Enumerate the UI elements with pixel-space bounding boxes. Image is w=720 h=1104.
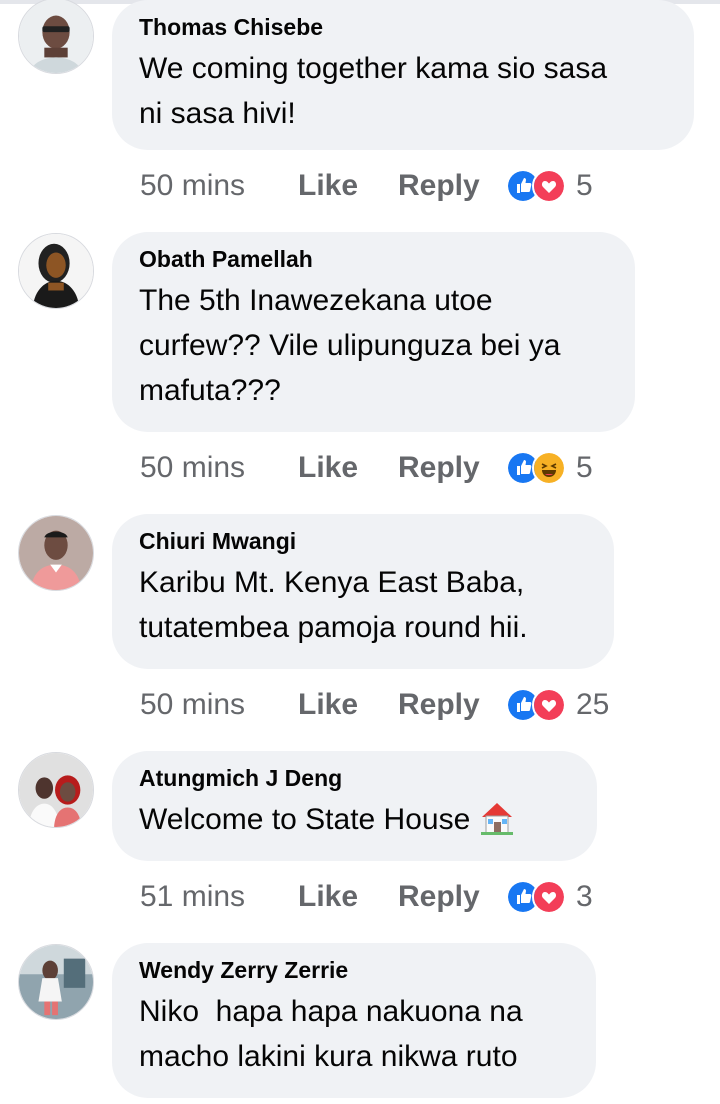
comment-line: curfew?? Vile ulipunguza bei ya	[139, 329, 561, 362]
comment-line: mafuta???	[139, 374, 281, 407]
comment-line: Welcome to State House	[139, 797, 569, 842]
comment-bubble: Thomas Chisebe We coming together kama s…	[112, 0, 694, 150]
comment-time[interactable]: 51 mins	[140, 880, 298, 914]
comment-meta: 50 mins Like Reply 5	[140, 448, 593, 488]
comment-bubble: Obath Pamellah The 5th Inawezekana utoe …	[112, 232, 635, 432]
comment-line: We coming together kama sio sasa	[139, 52, 608, 85]
reply-button[interactable]: Reply	[398, 169, 506, 203]
comment-author[interactable]: Atungmich J Deng	[139, 763, 569, 793]
like-button[interactable]: Like	[298, 169, 398, 203]
comment-line-text: Welcome to State House	[139, 803, 471, 836]
reply-button[interactable]: Reply	[398, 451, 506, 485]
reply-button[interactable]: Reply	[398, 688, 506, 722]
love-icon	[532, 169, 566, 203]
avatar[interactable]	[18, 233, 94, 309]
house-emoji-icon	[481, 803, 514, 835]
comment-bubble: Chiuri Mwangi Karibu Mt. Kenya East Baba…	[112, 514, 614, 669]
comment-text: We coming together kama sio sasa ni sasa…	[139, 46, 666, 136]
comment-author[interactable]: Thomas Chisebe	[139, 12, 666, 42]
reactions[interactable]	[506, 688, 566, 722]
love-icon	[532, 880, 566, 914]
comment-bubble: Wendy Zerry Zerrie Niko hapa hapa nakuon…	[112, 943, 596, 1098]
comment-line: The 5th Inawezekana utoe	[139, 284, 493, 317]
comment-line: macho lakini kura nikwa ruto	[139, 1040, 518, 1073]
reaction-count[interactable]: 5	[576, 451, 593, 485]
reactions[interactable]	[506, 880, 566, 914]
haha-icon	[532, 451, 566, 485]
comment-line: Niko hapa hapa nakuona na	[139, 995, 523, 1028]
like-button[interactable]: Like	[298, 451, 398, 485]
comment-text: Welcome to State House	[139, 797, 569, 842]
comment-time[interactable]: 50 mins	[140, 451, 298, 485]
reaction-count[interactable]: 5	[576, 169, 593, 203]
avatar[interactable]	[18, 752, 94, 828]
comment-text: Karibu Mt. Kenya East Baba, tutatembea p…	[139, 560, 586, 650]
love-icon	[532, 688, 566, 722]
avatar[interactable]	[18, 944, 94, 1020]
comment-text: Niko hapa hapa nakuona na macho lakini k…	[139, 989, 568, 1079]
comment-author[interactable]: Wendy Zerry Zerrie	[139, 955, 568, 985]
reaction-count[interactable]: 3	[576, 880, 593, 914]
comment-line: Karibu Mt. Kenya East Baba,	[139, 566, 525, 599]
comment-line: tutatembea pamoja round hii.	[139, 611, 528, 644]
like-button[interactable]: Like	[298, 688, 398, 722]
comment-meta: 50 mins Like Reply 5	[140, 166, 593, 206]
comment-author[interactable]: Chiuri Mwangi	[139, 526, 586, 556]
avatar[interactable]	[18, 0, 94, 74]
reactions[interactable]	[506, 169, 566, 203]
comment-time[interactable]: 50 mins	[140, 688, 298, 722]
like-button[interactable]: Like	[298, 880, 398, 914]
reaction-count[interactable]: 25	[576, 688, 609, 722]
avatar[interactable]	[18, 515, 94, 591]
comment-meta: 51 mins Like Reply 3	[140, 877, 593, 917]
reactions[interactable]	[506, 451, 566, 485]
comment-author[interactable]: Obath Pamellah	[139, 244, 607, 274]
comment-meta: 50 mins Like Reply 25	[140, 685, 609, 725]
comment-bubble: Atungmich J Deng Welcome to State House	[112, 751, 597, 861]
comment-line: ni sasa hivi!	[139, 97, 296, 130]
reply-button[interactable]: Reply	[398, 880, 506, 914]
comment-time[interactable]: 50 mins	[140, 169, 298, 203]
comment-text: The 5th Inawezekana utoe curfew?? Vile u…	[139, 278, 607, 413]
